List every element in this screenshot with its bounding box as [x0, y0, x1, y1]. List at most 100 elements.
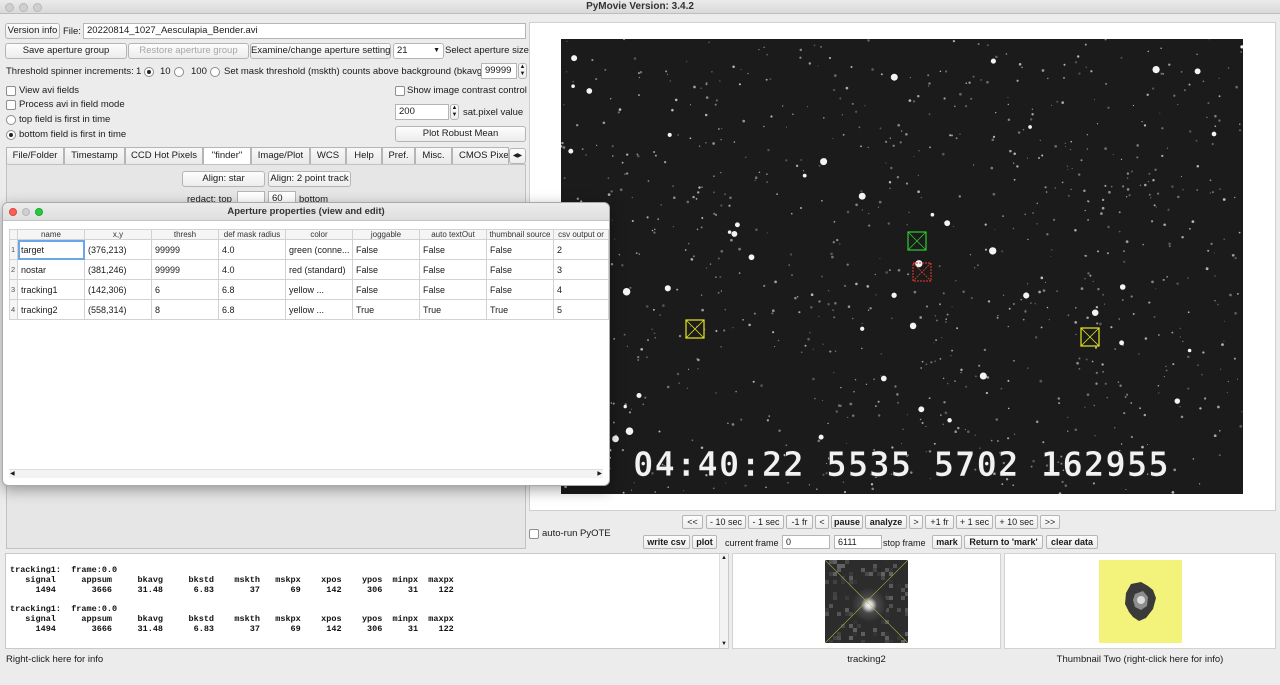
back-1-frame-button[interactable]: -1 fr [786, 515, 813, 529]
mark-button[interactable]: mark [932, 535, 962, 549]
table-cell[interactable]: False [419, 239, 487, 260]
plot-robust-mean-button[interactable]: Plot Robust Mean [395, 126, 526, 142]
thumbnail-two-label[interactable]: Thumbnail Two (right-click here for info… [1004, 654, 1276, 666]
table-cell[interactable]: (558,314) [84, 299, 152, 320]
current-frame-field[interactable]: 0 [782, 535, 830, 549]
tab-wcs[interactable]: WCS [310, 147, 346, 164]
table-cell[interactable]: 8 [151, 299, 219, 320]
table-cell[interactable]: target [17, 239, 85, 260]
column-header[interactable]: x,y [84, 229, 152, 240]
column-header[interactable]: color [285, 229, 353, 240]
pause-button[interactable]: pause [831, 515, 863, 529]
close-window-button[interactable] [5, 3, 14, 12]
table-cell[interactable]: True [486, 299, 554, 320]
right-click-info-label[interactable]: Right-click here for info [6, 654, 103, 666]
column-header[interactable]: thumbnail source [486, 229, 554, 240]
tracking1-aperture[interactable] [685, 319, 705, 339]
table-cell[interactable]: yellow ... [285, 299, 353, 320]
align-two-point-button[interactable]: Align: 2 point track [268, 171, 351, 187]
back-10-sec-button[interactable]: - 10 sec [706, 515, 746, 529]
aperture-size-select[interactable]: 21 ▼ [393, 43, 444, 59]
table-cell[interactable]: False [352, 259, 420, 280]
jump-start-button[interactable]: << [682, 515, 703, 529]
tab-help[interactable]: Help [346, 147, 382, 164]
return-to-mark-button[interactable]: Return to 'mark' [964, 535, 1043, 549]
column-header[interactable]: joggable [352, 229, 420, 240]
tab-finder[interactable]: "finder" [203, 147, 251, 164]
contrast-control-checkbox[interactable] [395, 86, 405, 96]
view-avi-fields-checkbox[interactable] [6, 86, 16, 96]
table-horizontal-scrollbar[interactable]: ◀ ▶ [9, 469, 603, 478]
thumbnail-one-pane[interactable] [732, 553, 1001, 649]
table-cell[interactable]: True [352, 299, 420, 320]
threshold-option-100-radio[interactable] [210, 67, 220, 77]
clear-data-button[interactable]: clear data [1046, 535, 1098, 549]
tab-misc[interactable]: Misc. [415, 147, 452, 164]
table-row[interactable]: 4 tracking2 (558,314) 8 6.8 yellow ... T… [9, 299, 609, 320]
column-header[interactable]: thresh [151, 229, 219, 240]
table-cell[interactable]: True [419, 299, 487, 320]
file-name-field[interactable]: 20220814_1027_Aesculapia_Bender.avi [83, 23, 526, 39]
plot-button[interactable]: plot [692, 535, 717, 549]
minimize-window-button[interactable] [19, 3, 28, 12]
save-aperture-group-button[interactable]: Save aperture group [5, 43, 127, 59]
threshold-option-1-radio[interactable] [144, 67, 154, 77]
top-field-first-radio[interactable] [6, 115, 16, 125]
table-cell[interactable]: nostar [17, 259, 85, 280]
table-cell[interactable]: False [352, 239, 420, 260]
column-header[interactable]: auto textOut [419, 229, 487, 240]
column-header[interactable]: def mask radius [218, 229, 286, 240]
sat-pixel-spinner[interactable]: ▲ ▼ [450, 104, 459, 120]
table-cell[interactable]: tracking1 [17, 279, 85, 300]
text-output-scrollbar[interactable]: ▲ ▼ [719, 554, 728, 648]
video-frame[interactable]: 04:40:22 5535 5702 162955 [561, 39, 1243, 494]
table-cell[interactable]: False [419, 259, 487, 280]
table-cell[interactable]: red (standard) [285, 259, 353, 280]
stop-frame-field[interactable]: 6111 [834, 535, 882, 549]
table-cell[interactable]: (376,213) [84, 239, 152, 260]
tracking2-aperture[interactable] [1080, 327, 1100, 347]
table-cell[interactable]: green (conne... [285, 239, 353, 260]
table-cell[interactable]: 5 [553, 299, 609, 320]
table-cell[interactable]: (381,246) [84, 259, 152, 280]
table-cell[interactable]: (142,306) [84, 279, 152, 300]
threshold-option-10-radio[interactable] [174, 67, 184, 77]
target-aperture[interactable] [907, 231, 927, 251]
thumbnail-two-pane[interactable] [1004, 553, 1276, 649]
version-info-button[interactable]: Version info [5, 23, 60, 39]
sat-pixel-field[interactable]: 200 [395, 104, 449, 120]
column-header[interactable]: name [17, 229, 85, 240]
table-cell[interactable]: 99999 [151, 259, 219, 280]
table-cell[interactable]: tracking2 [17, 299, 85, 320]
tab-file-folder[interactable]: File/Folder [6, 147, 64, 164]
tab-cmos-pixels[interactable]: CMOS Pixe [452, 147, 509, 164]
field-mode-checkbox[interactable] [6, 100, 16, 110]
table-cell[interactable]: 4.0 [218, 239, 286, 260]
forward-1-frame-button[interactable]: +1 fr [925, 515, 954, 529]
table-row[interactable]: 2 nostar (381,246) 99999 4.0 red (standa… [9, 259, 609, 280]
table-cell[interactable]: 99999 [151, 239, 219, 260]
write-csv-button[interactable]: write csv [643, 535, 690, 549]
table-cell[interactable]: 6 [151, 279, 219, 300]
table-cell[interactable]: 4 [553, 279, 609, 300]
restore-aperture-group-button[interactable]: Restore aperture group [128, 43, 249, 59]
back-1-sec-button[interactable]: - 1 sec [748, 515, 784, 529]
table-cell[interactable]: yellow ... [285, 279, 353, 300]
zoom-window-button[interactable] [33, 3, 42, 12]
zoom-icon[interactable] [35, 208, 43, 216]
nostar-aperture[interactable] [912, 262, 932, 282]
text-output-panel[interactable]: tracking1: frame:0.0 signal appsum bkavg… [5, 553, 729, 649]
forward-1-sec-button[interactable]: + 1 sec [956, 515, 993, 529]
tab-scroll-arrows[interactable]: ◀▶ [509, 148, 526, 164]
mask-threshold-field[interactable]: 99999 [481, 63, 517, 79]
analyze-button[interactable]: analyze [865, 515, 907, 529]
table-cell[interactable]: False [486, 239, 554, 260]
table-cell[interactable]: 4.0 [218, 259, 286, 280]
step-back-button[interactable]: < [815, 515, 829, 529]
column-header[interactable]: csv output or [553, 229, 609, 240]
tab-ccd-hot-pixels[interactable]: CCD Hot Pixels [125, 147, 203, 164]
align-star-button[interactable]: Align: star [182, 171, 265, 187]
table-cell[interactable]: 3 [553, 259, 609, 280]
tab-timestamp[interactable]: Timestamp [64, 147, 125, 164]
examine-aperture-settings-button[interactable]: Examine/change aperture settings [250, 43, 391, 59]
